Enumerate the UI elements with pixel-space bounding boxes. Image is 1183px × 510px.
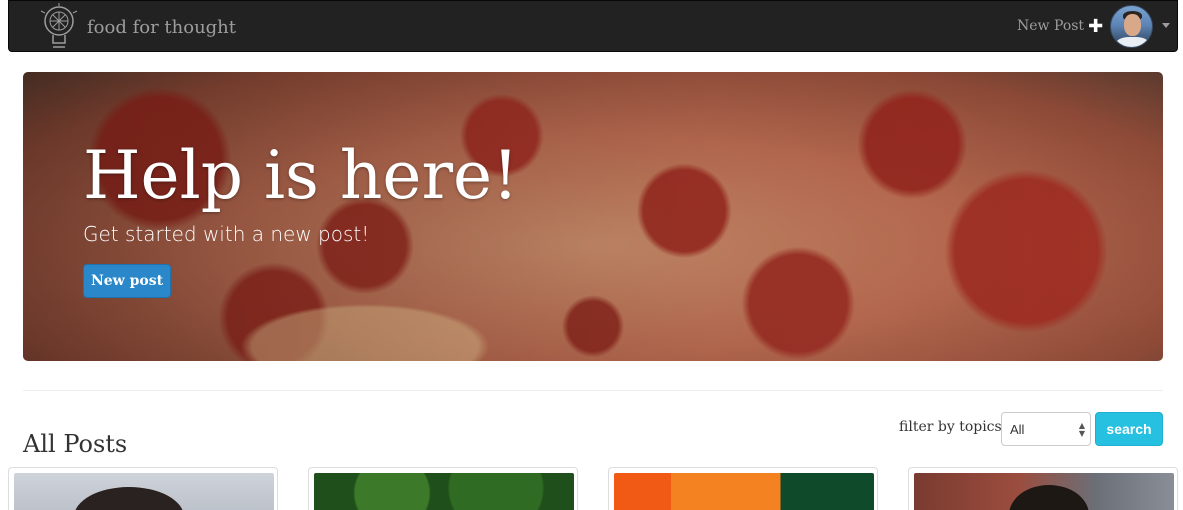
search-button[interactable]: search — [1095, 412, 1163, 446]
post-card[interactable] — [308, 467, 578, 510]
new-post-nav-link[interactable]: New Post ✚ — [1017, 15, 1103, 37]
post-card[interactable] — [908, 467, 1178, 510]
hero-banner: Help is here! Get started with a new pos… — [23, 72, 1163, 361]
plus-icon: ✚ — [1088, 15, 1104, 37]
user-avatar[interactable] — [1110, 5, 1153, 48]
topic-filter-select[interactable]: All ▲ ▼ — [1001, 412, 1091, 446]
new-post-button[interactable]: New post — [83, 264, 171, 298]
post-card[interactable] — [8, 467, 278, 510]
section-divider — [23, 390, 1163, 391]
all-posts-heading: All Posts — [23, 430, 128, 458]
avatar-shirt — [1116, 37, 1149, 47]
avatar-face — [1124, 14, 1141, 36]
filter-label: filter by topics: — [899, 419, 1007, 435]
post-thumbnail[interactable] — [14, 473, 274, 510]
topic-filter-value: All — [1010, 421, 1025, 437]
post-thumbnail[interactable] — [614, 473, 874, 510]
hero-subtitle: Get started with a new post! — [83, 222, 370, 246]
brand-title: food for thought — [87, 16, 237, 38]
post-thumbnail[interactable] — [914, 473, 1174, 510]
select-arrows-icon: ▲ ▼ — [1078, 421, 1085, 438]
post-card[interactable] — [608, 467, 878, 510]
caret-down-icon[interactable] — [1162, 23, 1170, 28]
new-post-nav-label: New Post — [1017, 18, 1085, 34]
top-navbar: food for thought New Post ✚ — [8, 0, 1178, 52]
lightbulb-logo-icon — [40, 3, 78, 48]
hero-title: Help is here! — [83, 137, 519, 214]
post-thumbnail[interactable] — [314, 473, 574, 510]
brand-link[interactable]: food for thought — [37, 3, 236, 51]
